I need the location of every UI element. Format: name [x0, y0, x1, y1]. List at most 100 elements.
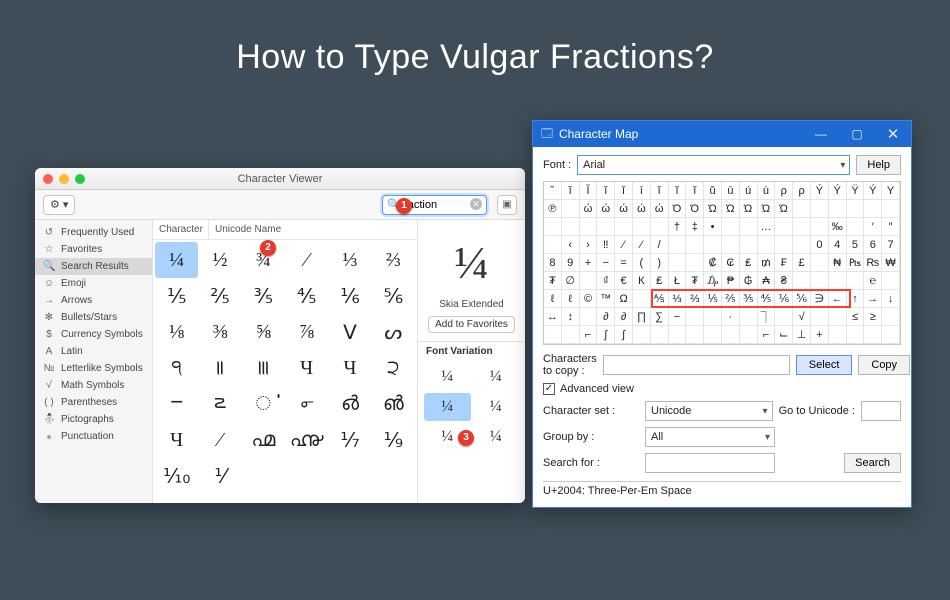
win-char-cell[interactable] — [740, 308, 758, 326]
char-cell[interactable]: ⅕ — [155, 278, 198, 314]
win-char-cell[interactable]: ‹ — [562, 236, 580, 254]
win-char-cell[interactable]: ρ — [793, 182, 811, 200]
char-cell[interactable]: ൶ — [242, 422, 285, 458]
win-char-cell[interactable]: Ώ — [775, 200, 793, 218]
win-char-cell[interactable]: 0 — [811, 236, 829, 254]
win-char-cell[interactable]: ₦ — [829, 254, 847, 272]
char-cell[interactable]: ⅘ — [285, 278, 328, 314]
char-cell[interactable]: ੧ — [155, 350, 198, 386]
select-button[interactable]: Select — [796, 355, 853, 375]
win-char-cell[interactable]: Ý — [864, 182, 882, 200]
win-char-cell[interactable] — [722, 218, 740, 236]
win-char-cell[interactable] — [829, 326, 847, 344]
win-char-cell[interactable]: √ — [793, 308, 811, 326]
win-char-cell[interactable]: ŭ — [704, 182, 722, 200]
char-cell[interactable]: ⅐ — [328, 422, 371, 458]
win-char-cell[interactable] — [811, 272, 829, 290]
win-char-cell[interactable] — [544, 326, 562, 344]
win-char-cell[interactable]: ‰ — [829, 218, 847, 236]
win-char-cell[interactable] — [775, 236, 793, 254]
char-cell[interactable]: ꠱ — [198, 350, 241, 386]
win-char-cell[interactable]: ⌙ — [775, 326, 793, 344]
win-char-cell[interactable]: + — [580, 254, 598, 272]
win-char-cell[interactable]: 6 — [864, 236, 882, 254]
win-char-cell[interactable]: € — [615, 272, 633, 290]
win-char-cell[interactable]: ′ — [864, 218, 882, 236]
win-char-cell[interactable]: ∫ — [597, 326, 615, 344]
sidebar-item[interactable]: ✻Bullets/Stars — [35, 309, 152, 326]
win-char-cell[interactable]: ₫ — [597, 272, 615, 290]
win-char-cell[interactable]: ₯ — [704, 272, 722, 290]
win-char-cell[interactable]: ⅙ — [775, 290, 793, 308]
win-char-cell[interactable]: ū — [722, 182, 740, 200]
win-char-cell[interactable] — [847, 326, 865, 344]
charset-select[interactable]: Unicode — [645, 401, 773, 421]
add-to-favorites-button[interactable]: Add to Favorites — [428, 316, 515, 333]
win-char-cell[interactable]: ₲ — [740, 272, 758, 290]
variation-cell[interactable]: ¼ — [473, 423, 520, 451]
win-char-cell[interactable] — [633, 290, 651, 308]
win-char-cell[interactable]: › — [580, 236, 598, 254]
win-char-cell[interactable]: ˘ — [544, 182, 562, 200]
win-char-cell[interactable]: ⅓ — [669, 290, 687, 308]
char-cell[interactable]: ൳ — [285, 386, 328, 422]
win-char-cell[interactable]: ₱ — [722, 272, 740, 290]
win-char-cell[interactable] — [686, 326, 704, 344]
win-char-cell[interactable] — [544, 218, 562, 236]
win-char-cell[interactable]: ∂ — [615, 308, 633, 326]
win-char-cell[interactable] — [704, 236, 722, 254]
win-char-cell[interactable]: ī — [633, 182, 651, 200]
win-char-cell[interactable] — [633, 218, 651, 236]
char-cell[interactable]: ൴ — [328, 386, 371, 422]
win-char-cell[interactable]: ≥ — [864, 308, 882, 326]
win-char-cell[interactable] — [829, 200, 847, 218]
win-char-cell[interactable]: ‡ — [686, 218, 704, 236]
win-char-cell[interactable] — [580, 308, 598, 326]
win-char-cell[interactable]: Ĭ — [580, 182, 598, 200]
collapse-button[interactable]: ▣ — [497, 195, 517, 215]
win-char-cell[interactable] — [740, 218, 758, 236]
win-char-cell[interactable]: ĭ — [686, 182, 704, 200]
win-char-cell[interactable]: ώ — [651, 200, 669, 218]
win-char-cell[interactable] — [882, 272, 900, 290]
win-char-cell[interactable]: ℮ — [864, 272, 882, 290]
sidebar-item[interactable]: ⛄Pictographs — [35, 411, 152, 428]
win-char-cell[interactable]: ⅕ — [704, 290, 722, 308]
goto-unicode-input[interactable] — [861, 401, 901, 421]
char-cell[interactable]: ൵ — [372, 386, 415, 422]
char-cell[interactable]: ౽ — [198, 386, 241, 422]
win-char-cell[interactable]: ₤ — [651, 272, 669, 290]
win-char-cell[interactable]: ) — [651, 254, 669, 272]
win-char-cell[interactable]: ⁄ — [633, 236, 651, 254]
win-char-cell[interactable] — [580, 272, 598, 290]
search-button[interactable]: Search — [844, 453, 901, 473]
win-char-cell[interactable] — [829, 308, 847, 326]
sidebar-item[interactable]: ⁎Punctuation — [35, 428, 152, 445]
char-cell[interactable]: ⅚ — [372, 278, 415, 314]
win-char-cell[interactable] — [758, 236, 776, 254]
win-char-cell[interactable]: † — [669, 218, 687, 236]
win-char-cell[interactable]: © — [580, 290, 598, 308]
win-char-cell[interactable]: ″ — [882, 218, 900, 236]
win-char-cell[interactable]: ↔ — [544, 308, 562, 326]
char-cell[interactable]: ⅒ — [155, 458, 198, 494]
win-char-cell[interactable]: £ — [793, 254, 811, 272]
win-char-cell[interactable]: ⏋ — [758, 308, 776, 326]
win-char-cell[interactable]: ₮ — [686, 272, 704, 290]
win-char-cell[interactable]: ↓ — [882, 290, 900, 308]
win-char-cell[interactable] — [562, 218, 580, 236]
win-char-cell[interactable]: ù — [758, 182, 776, 200]
copy-button[interactable]: Copy — [858, 355, 910, 375]
win-char-cell[interactable]: ĭ — [669, 182, 687, 200]
win-char-cell[interactable]: ⅔ — [686, 290, 704, 308]
win-char-cell[interactable]: + — [811, 326, 829, 344]
win-char-cell[interactable]: − — [669, 308, 687, 326]
win-char-cell[interactable]: ≤ — [847, 308, 865, 326]
sidebar-item[interactable]: ☆Favorites — [35, 241, 152, 258]
win-char-cell[interactable]: Y — [882, 182, 900, 200]
sidebar-item[interactable]: ↺Frequently Used — [35, 224, 152, 241]
char-cell[interactable]: Ⅴ — [328, 314, 371, 350]
win-char-cell[interactable]: ← — [829, 290, 847, 308]
win-char-cell[interactable] — [740, 236, 758, 254]
win-char-cell[interactable] — [562, 200, 580, 218]
